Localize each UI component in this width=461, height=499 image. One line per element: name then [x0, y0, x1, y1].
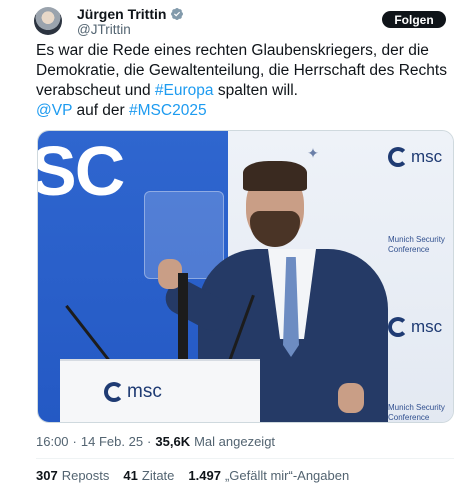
backdrop-msc-lettering: SC: [37, 132, 125, 210]
reposts-label: Reposts: [61, 468, 110, 483]
tweet-photo[interactable]: SC ✦ msc Munich Security Conference msc …: [37, 130, 454, 423]
author-handle[interactable]: @JTrittin: [77, 22, 131, 37]
quotes-stat[interactable]: 41 Zitate: [123, 468, 174, 483]
tweet-text-segment: spalten will.: [213, 82, 298, 99]
author-name-line[interactable]: Jürgen Trittin: [77, 5, 184, 23]
reposts-count: 307: [36, 468, 58, 483]
lectern: msc: [60, 359, 260, 422]
tweet-text: Es war die Rede eines rechten Glaubenskr…: [36, 41, 447, 121]
likes-count: 1.497: [188, 468, 221, 483]
reposts-stat[interactable]: 307 Reposts: [36, 468, 109, 483]
tweet-date[interactable]: 14 Feb. 25: [81, 434, 143, 449]
view-count-label: Mal angezeigt: [194, 434, 276, 449]
msc-logo-icon: [104, 382, 124, 402]
tweet-meta: 16:00 · 14 Feb. 25 · 35,6K Mal angezeigt: [36, 434, 275, 449]
tweet-line: @VP auf der #MSC2025: [36, 101, 446, 121]
speaker-hand: [338, 383, 364, 413]
engagement-stats: 307 Reposts 41 Zitate 1.497 „Gefällt mir“-A…: [36, 468, 363, 483]
tweet-line: Es war die Rede eines rechten Glaubenskr…: [36, 42, 429, 59]
tweet-header: Jürgen Trittin @JTrittin Folgen: [0, 0, 461, 40]
tweet-time[interactable]: 16:00: [36, 434, 69, 449]
likes-stat[interactable]: 1.497 „Gefällt mir“-Angaben: [188, 468, 349, 483]
speaker-beard: [250, 211, 300, 247]
quotes-label: Zitate: [141, 468, 175, 483]
tweet-line: Demokratie, die Gewaltenteilung, die Her…: [36, 62, 447, 79]
speaker-hair: [243, 161, 307, 191]
meta-separator: ·: [147, 434, 152, 449]
hashtag-msc2025-link[interactable]: #MSC2025: [129, 102, 207, 119]
msc-logo: msc: [104, 381, 162, 403]
author-name[interactable]: Jürgen Trittin: [77, 6, 166, 22]
follow-button[interactable]: Folgen: [382, 11, 446, 28]
msc-logo-text: msc: [411, 317, 443, 336]
hashtag-europa-link[interactable]: #Europa: [155, 82, 214, 99]
verified-badge-icon: [171, 8, 184, 20]
quotes-count: 41: [123, 468, 138, 483]
msc-logo-text: msc: [127, 381, 162, 402]
mention-vp-link[interactable]: @VP: [36, 102, 72, 119]
msc-logo-text: msc: [411, 147, 443, 166]
divider: [36, 458, 454, 459]
meta-separator: ·: [72, 434, 77, 449]
avatar[interactable]: [34, 7, 62, 35]
tweet-text-segment: verabscheut und: [36, 82, 155, 99]
tweet-line: verabscheut und #Europa spalten will.: [36, 81, 446, 101]
tweet-text-segment: auf der: [72, 102, 130, 119]
likes-label: „Gefällt mir“-Angaben: [224, 468, 350, 483]
view-count[interactable]: 35,6K: [155, 434, 190, 449]
